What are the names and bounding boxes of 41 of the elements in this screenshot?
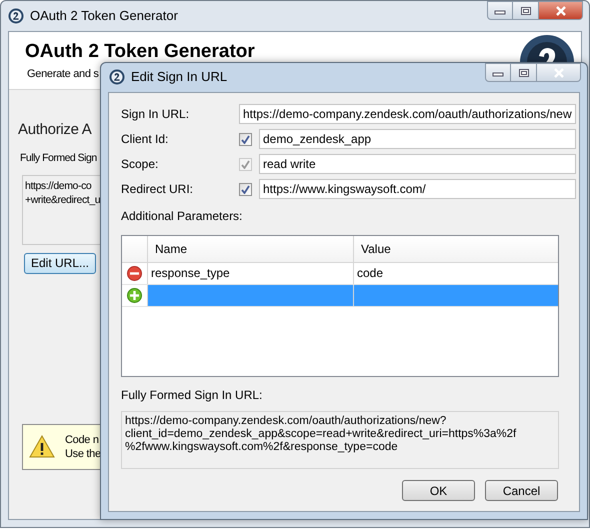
app-icon — [109, 69, 125, 85]
minimize-button[interactable] — [485, 63, 511, 82]
header-title: OAuth 2 Token Generator — [25, 40, 255, 64]
warning-icon — [29, 435, 55, 458]
checkbox[interactable] — [239, 132, 252, 146]
dialog-button[interactable]: OK — [402, 480, 475, 501]
field-label: Sign In URL: — [121, 106, 190, 123]
text-field[interactable]: demo_zendesk_app — [259, 129, 576, 149]
sign-in-url-field[interactable]: https://demo-company.zendesk.com/oauth/authorizations/new — [239, 104, 576, 124]
table-cell: code — [357, 266, 384, 280]
close-icon — [554, 6, 568, 16]
warning-text: Use the — [65, 446, 101, 461]
column-header[interactable]: Name — [148, 236, 354, 262]
table-cell: response_type — [151, 266, 230, 280]
dialog-button[interactable]: Cancel — [485, 480, 558, 501]
table-row[interactable]: response_type code — [122, 263, 558, 285]
section-title: Authorize A — [18, 120, 92, 140]
add-icon[interactable] — [127, 288, 142, 303]
minimize-button[interactable] — [487, 1, 513, 20]
field-label: Fully Formed Sign — [19, 151, 97, 166]
dialog-title: Edit Sign In URL — [131, 68, 228, 86]
warning-text: Code n — [65, 432, 100, 447]
table-row[interactable] — [122, 285, 558, 307]
maximize-icon — [518, 68, 530, 78]
text-field[interactable]: https://www.kingswaysoft.com/ — [259, 179, 576, 199]
maximize-icon — [520, 6, 532, 16]
url-textbox[interactable]: https://demo-company.zendesk.com/oauth/authorizations/new? client_id=demo_zendesk_app&scope=read+write&redirect_uri=https%3a%2f %2fwww.kingswaysoft.com%2f&response_type=code — [121, 411, 559, 469]
close-button[interactable] — [539, 1, 583, 20]
app-icon — [8, 8, 24, 24]
edit-url-button[interactable]: Edit URL... — [24, 252, 96, 274]
header-subtitle: Generate and s — [26, 67, 99, 82]
maximize-button[interactable] — [513, 1, 539, 20]
remove-icon[interactable] — [127, 266, 142, 281]
field-label: Fully Formed Sign In URL: — [121, 387, 264, 404]
field-label: Scope: — [121, 156, 160, 173]
field-label: Client Id: — [121, 131, 170, 148]
checkbox[interactable] — [239, 182, 252, 196]
close-icon — [552, 68, 566, 78]
window-title: OAuth 2 Token Generator — [30, 7, 178, 26]
maximize-button[interactable] — [511, 63, 537, 82]
column-header[interactable]: Value — [354, 236, 558, 262]
